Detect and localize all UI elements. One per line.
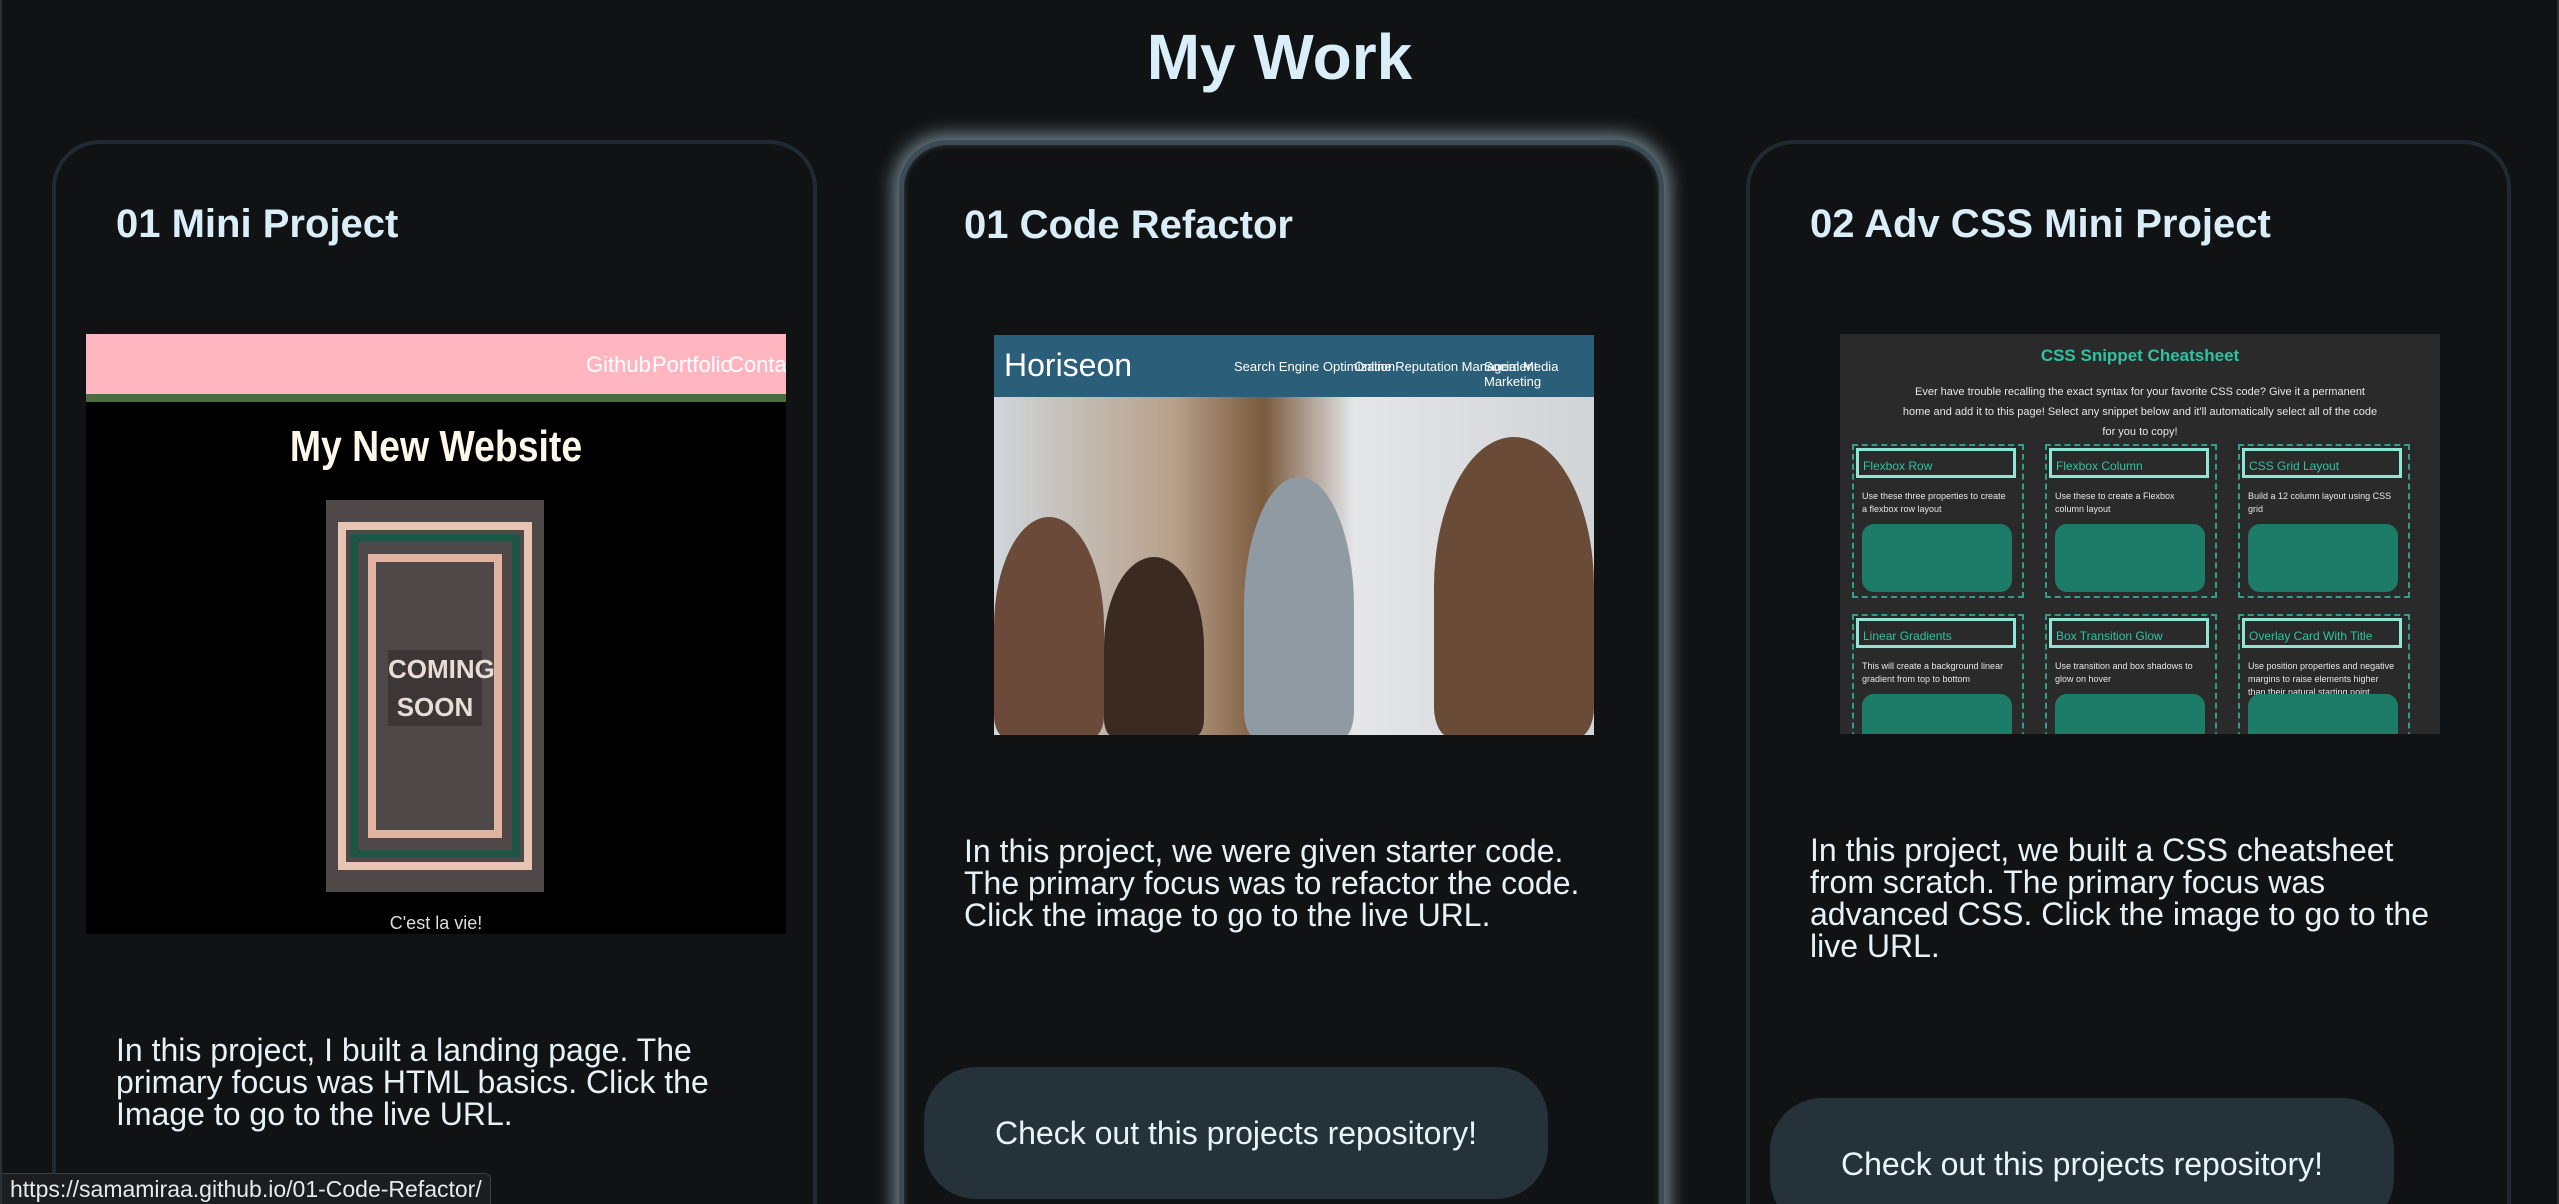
cheatsheet-heading: Overlay Card With Title (2242, 618, 2402, 648)
screenshot-body: My New Website COMING SOON C'est la vie! (86, 402, 786, 934)
screenshot-title: CSS Snippet Cheatsheet (2040, 346, 2240, 365)
project-card-code-refactor: 01 Code Refactor Horiseon Search Engine … (899, 140, 1664, 1204)
screenshot-footer: C'est la vie! (389, 913, 483, 933)
project-card-mini-project: 01 Mini Project Github Portfolio Contact… (52, 140, 817, 1204)
screenshot-heading: My New Website (289, 422, 583, 471)
cheatsheet-heading: Flexbox Row (1856, 448, 2016, 478)
card-title: 02 Adv CSS Mini Project (1810, 202, 2271, 246)
team-photo (994, 397, 1594, 735)
card-description: In this project, we were given starter c… (964, 833, 1580, 933)
cheatsheet-heading: Box Transition Glow (2049, 618, 2209, 648)
cheatsheet-heading: Flexbox Column (2049, 448, 2209, 478)
screenshot-logo: Horiseon (1004, 347, 1133, 383)
page-title: My Work (1146, 21, 1413, 93)
code-block (2248, 694, 2398, 734)
cheatsheet-heading: Linear Gradients (1856, 618, 2016, 648)
screenshot-nav-link: Github (586, 352, 651, 377)
card-description: In this project, I built a landing page.… (116, 1032, 709, 1132)
code-block (2055, 694, 2205, 734)
cheatsheet-text: Use these three properties to create a f… (1862, 491, 2006, 514)
screenshot-intro: Ever have trouble recalling the exact sy… (1902, 386, 2378, 438)
cheatsheet-text: Use these to create a Flexbox column lay… (2055, 491, 2175, 514)
screenshot-nav: Github Portfolio Contact (86, 334, 786, 402)
card-title: 01 Code Refactor (964, 203, 1293, 247)
card-title: 01 Mini Project (116, 202, 399, 246)
screenshot-nav: Horiseon Search Engine Optimization Onli… (994, 335, 1594, 397)
status-bar-url: https://samamiraa.github.io/01-Code-Refa… (2, 1173, 491, 1204)
cheatsheet-text: Build a 12 column layout using CSS grid (2248, 491, 2392, 514)
repository-button[interactable]: Check out this projects repository! (924, 1067, 1548, 1199)
card-description: In this project, we built a CSS cheatshe… (1810, 832, 2430, 964)
poster-text: COMING SOON (388, 650, 495, 726)
screenshot-nav-link: Social Media Marketing (1484, 359, 1559, 389)
screenshot-nav-link: Portfolio (652, 352, 733, 377)
cheatsheet-heading: CSS Grid Layout (2242, 448, 2402, 478)
project-screenshot-link[interactable]: Github Portfolio Contact My New Website … (86, 334, 786, 934)
project-screenshot-link[interactable]: CSS Snippet Cheatsheet Ever have trouble… (1840, 334, 2440, 734)
project-screenshot-link[interactable]: Horiseon Search Engine Optimization Onli… (994, 335, 1594, 735)
code-block (1862, 694, 2012, 734)
coming-soon-poster: COMING SOON (326, 500, 544, 892)
cheatsheet-text: This will create a background linear gra… (1862, 661, 2004, 684)
cheatsheet-text: Use transition and box shadows to glow o… (2055, 661, 2193, 684)
code-block (2248, 524, 2398, 592)
screenshot-nav-link: Contact (728, 352, 786, 377)
repository-button[interactable]: Check out this projects repository! (1770, 1098, 2394, 1204)
code-block (2055, 524, 2205, 592)
code-block (1862, 524, 2012, 592)
page: My Work 01 Mini Project Github Portfolio… (0, 0, 2559, 1204)
project-card-adv-css: 02 Adv CSS Mini Project CSS Snippet Chea… (1746, 140, 2511, 1204)
